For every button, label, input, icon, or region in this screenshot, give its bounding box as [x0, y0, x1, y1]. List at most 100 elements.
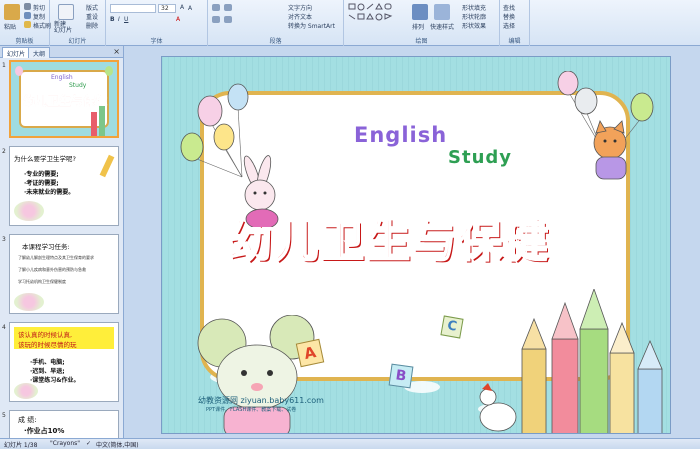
- thumbnail-number: 2: [2, 148, 6, 155]
- block-b-letter: B: [394, 367, 408, 385]
- shape-effects-button[interactable]: 形状效果: [462, 21, 486, 30]
- quick-styles-icon[interactable]: [434, 4, 450, 20]
- thumbnail-row-1[interactable]: 1 English Study 幼儿卫生与保健: [0, 60, 124, 140]
- tab-outline[interactable]: 大纲: [28, 47, 51, 58]
- font-grow-icon[interactable]: A: [180, 4, 184, 11]
- numbering-icon[interactable]: [224, 4, 232, 11]
- format-painter-icon[interactable]: [24, 21, 31, 28]
- block-a: A: [295, 338, 325, 368]
- block-c-letter: C: [446, 318, 459, 335]
- thumbnail-row-3[interactable]: 3 本课程学习任务: 了解幼儿解剖生理特点及其卫生保育的要求 了解小儿疾病和意外…: [0, 234, 124, 316]
- find-button[interactable]: 查找: [503, 3, 515, 12]
- copy-button[interactable]: 复制: [33, 12, 45, 21]
- thumbnail-flower-icon: [14, 293, 44, 311]
- thumbnail-title: 幼儿卫生与保健: [23, 94, 108, 109]
- thumbnail-heading: 该玩的时候尽情的玩: [18, 341, 77, 349]
- slide-thumbnail-2[interactable]: 为什么要学卫生学呢? ·专业的需要; ·考证的需要; ·未来就业的需要。: [9, 146, 119, 226]
- clipboard-group-label: 剪贴板: [15, 38, 34, 45]
- arrange-button[interactable]: 排列: [412, 22, 424, 31]
- align-left-icon[interactable]: [212, 16, 220, 23]
- panel-tabs: 幻灯片 大纲 ×: [0, 46, 123, 58]
- slide-counter: 幻灯片 1/38: [4, 442, 38, 449]
- pencils-illustration: [479, 289, 663, 433]
- english-label: English: [354, 123, 448, 147]
- thumbnail-line: 学习托幼机构卫生保健制度: [18, 279, 66, 284]
- underline-icon[interactable]: U: [124, 16, 128, 23]
- italic-icon[interactable]: I: [118, 16, 120, 23]
- new-slide-button[interactable]: 新建 幻灯片: [54, 22, 72, 34]
- thumbnail-number: 1: [2, 62, 6, 69]
- spellcheck-icon[interactable]: ✓: [86, 440, 91, 447]
- slides-group-label: 幻灯片: [68, 38, 87, 45]
- block-a-letter: A: [302, 342, 318, 364]
- align-center-icon[interactable]: [224, 16, 232, 23]
- thumbnail-line: ·考证的需要;: [24, 180, 59, 187]
- replace-button[interactable]: 替换: [503, 12, 515, 21]
- slide-thumbnail-4[interactable]: 该认真的时候认真, 该玩的时候尽情的玩 ·手机、电脑; ·迟到、早退; ·课堂练…: [9, 322, 119, 402]
- thumbnail-row-4[interactable]: 4 该认真的时候认真, 该玩的时候尽情的玩 ·手机、电脑; ·迟到、早退; ·课…: [0, 322, 124, 404]
- text-direction-button[interactable]: 文字方向: [288, 3, 312, 12]
- copy-icon[interactable]: [24, 12, 31, 19]
- clipboard-group: 粘贴 剪切 复制 格式刷 剪贴板: [0, 0, 51, 46]
- bullets-icon[interactable]: [212, 4, 220, 11]
- watermark-subtext: PPT课件、FLASH课件、教案下载、试卷: [206, 407, 297, 413]
- slide-thumbnail-1[interactable]: English Study 幼儿卫生与保健: [9, 60, 119, 138]
- thumbnail-row-5[interactable]: 5 成 绩: ·作业占10%: [0, 410, 124, 438]
- delete-button[interactable]: 删除: [86, 21, 98, 30]
- thumbnail-line: ·作业占10%: [24, 427, 65, 435]
- paste-icon[interactable]: [4, 4, 20, 20]
- editing-group: 查找 替换 选择 编辑: [500, 0, 530, 46]
- slide-canvas[interactable]: English Study 幼儿卫生与保健 A B C 幼教资源网 ziyuan…: [161, 56, 671, 434]
- study-label: Study: [448, 147, 513, 168]
- thumbnail-balloon-icon-2: [105, 66, 113, 76]
- watermark-text: 幼教资源网 ziyuan.baby611.com: [198, 396, 324, 405]
- thumbnail-row-2[interactable]: 2 为什么要学卫生学呢? ·专业的需要; ·考证的需要; ·未来就业的需要。: [0, 146, 124, 228]
- thumbnail-line: ·未来就业的需要。: [24, 189, 75, 196]
- thumbnail-number: 4: [2, 324, 6, 331]
- theme-name: "Crayons": [50, 440, 81, 447]
- thumbnail-line: 了解幼儿解剖生理特点及其卫生保育的要求: [18, 255, 94, 260]
- close-icon[interactable]: ×: [113, 47, 120, 56]
- slide-thumbnail-5[interactable]: 成 绩: ·作业占10%: [9, 410, 119, 438]
- status-bar: 幻灯片 1/38 "Crayons" ✓ 中文(简体,中国): [0, 438, 700, 449]
- thumbnail-balloon-icon: [15, 66, 23, 76]
- shapes-gallery[interactable]: [348, 3, 404, 29]
- thumbnail-heading: 该认真的时候认真,: [18, 331, 73, 339]
- thumbnail-study: Study: [69, 82, 87, 89]
- font-name-combo[interactable]: [110, 4, 156, 13]
- font-shrink-icon[interactable]: A: [188, 5, 192, 12]
- font-size-combo[interactable]: 32: [158, 4, 176, 13]
- paragraph-group: 文字方向 对齐文本 转换为 SmartArt 段落: [208, 0, 344, 46]
- paragraph-group-label: 段落: [269, 38, 282, 45]
- font-group: 32 A A B I U A 字体: [106, 0, 208, 46]
- reset-button[interactable]: 重设: [86, 12, 98, 21]
- thumbnail-line: ·课堂练习&作业。: [30, 377, 80, 384]
- slides-panel: 幻灯片 大纲 × 1 English Study 幼儿卫生与保健 2 为什么要学…: [0, 46, 124, 438]
- shape-outline-button[interactable]: 形状轮廓: [462, 12, 486, 21]
- tab-slides[interactable]: 幻灯片: [2, 47, 31, 58]
- shape-fill-button[interactable]: 形状填充: [462, 3, 486, 12]
- arrange-icon[interactable]: [412, 4, 428, 20]
- thumbnail-english: English: [51, 74, 73, 81]
- align-text-button[interactable]: 对齐文本: [288, 12, 312, 21]
- new-slide-icon[interactable]: [58, 4, 74, 20]
- language-indicator[interactable]: 中文(简体,中国): [96, 440, 139, 449]
- block-b: B: [388, 363, 414, 389]
- select-button[interactable]: 选择: [503, 21, 515, 30]
- quick-styles-button[interactable]: 快速样式: [430, 22, 454, 31]
- font-group-label: 字体: [150, 38, 163, 45]
- cut-button[interactable]: 剪切: [33, 3, 45, 12]
- cut-icon[interactable]: [24, 3, 31, 10]
- editing-group-label: 编辑: [508, 38, 521, 45]
- smartart-button[interactable]: 转换为 SmartArt: [288, 21, 335, 30]
- thumbnail-line: ·迟到、早退;: [30, 368, 65, 375]
- paste-button[interactable]: 粘贴: [4, 22, 16, 31]
- ribbon: 粘贴 剪切 复制 格式刷 剪贴板 新建 幻灯片 版式 重设 删除 幻灯片 32 …: [0, 0, 700, 46]
- drawing-group: 排列 快速样式 形状填充 形状轮廓 形状效果 绘图: [344, 0, 500, 46]
- thumbnail-line: ·专业的需要;: [24, 171, 59, 178]
- layout-button[interactable]: 版式: [86, 3, 98, 12]
- slide-thumbnail-3[interactable]: 本课程学习任务: 了解幼儿解剖生理特点及其卫生保育的要求 了解小儿疾病和意外伤害…: [9, 234, 119, 314]
- font-color-icon[interactable]: A: [176, 16, 180, 23]
- format-painter-button[interactable]: 格式刷: [33, 21, 51, 30]
- bold-icon[interactable]: B: [110, 16, 115, 23]
